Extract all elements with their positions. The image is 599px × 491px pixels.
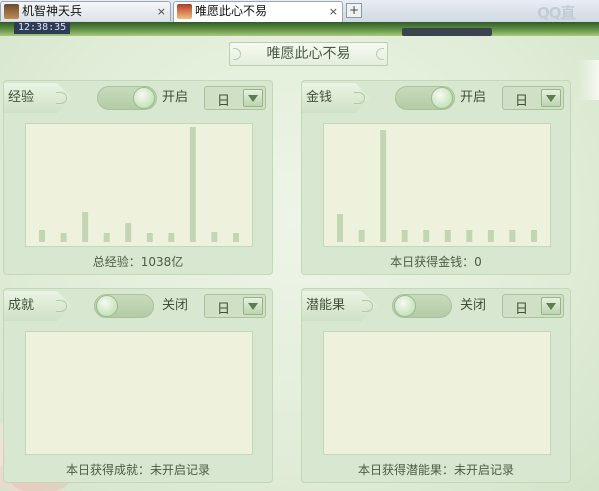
- game-clock: 12:38:35: [14, 22, 71, 34]
- new-tab-button[interactable]: +: [346, 3, 362, 18]
- chart-bar: [337, 214, 343, 242]
- exp-footer: 总经验：1038亿: [92, 255, 184, 269]
- tab-label: 机智神天兵: [22, 4, 83, 18]
- chart-bar: [380, 130, 387, 242]
- close-tab-icon[interactable]: ×: [157, 2, 166, 21]
- chart-bar: [233, 233, 239, 242]
- achievement-period-select[interactable]: 日: [204, 294, 266, 318]
- money-period-select[interactable]: 日: [502, 86, 564, 110]
- toggle-knob: [133, 87, 155, 109]
- achievement-footer: 本日获得成就：未开启记录: [65, 463, 210, 477]
- chart-bar: [82, 212, 89, 242]
- potential-footer: 本日获得潜能果：未开启记录: [357, 463, 514, 477]
- chart-bar: [146, 233, 153, 242]
- chart-bar: [39, 230, 45, 242]
- close-tab-icon[interactable]: ×: [329, 2, 338, 21]
- chart-bar: [168, 233, 175, 242]
- chart-bar: [444, 230, 451, 242]
- exp-toggle-label: 开启: [162, 90, 189, 105]
- period-value: 日: [515, 302, 529, 317]
- chart-bar: [125, 223, 132, 242]
- chart-bar: [401, 230, 408, 242]
- money-chart-svg: [337, 130, 537, 242]
- exp-toggle[interactable]: [97, 86, 157, 110]
- exp-period-select[interactable]: 日: [204, 86, 266, 110]
- chevron-down-icon[interactable]: [243, 89, 263, 107]
- toggle-knob: [431, 87, 453, 109]
- chart-bar: [487, 230, 494, 242]
- tab-jizhi-shentianbing[interactable]: 机智神天兵 ×: [0, 1, 171, 21]
- period-value: 日: [515, 94, 529, 109]
- chevron-down-icon[interactable]: [541, 297, 561, 315]
- game-avatar-icon: [4, 4, 19, 19]
- chart-bar: [466, 230, 473, 242]
- chart-bar: [509, 230, 516, 242]
- qq-logo: QQ直: [537, 4, 576, 22]
- game-top-strip: [0, 22, 599, 36]
- chart-bar: [531, 230, 537, 242]
- exp-chart: [25, 123, 253, 247]
- window-edge-decoration: [578, 60, 599, 100]
- tab-weiyuan-cixin-buyi[interactable]: 唯愿此心不易 ×: [173, 1, 343, 22]
- money-footer: 本日获得金钱：0: [390, 255, 482, 269]
- game-avatar-icon: [177, 4, 192, 19]
- money-toggle[interactable]: [395, 86, 455, 110]
- achievement-toggle-label: 关闭: [162, 298, 189, 313]
- achievement-tag: 成就: [4, 291, 72, 321]
- chart-bar: [60, 233, 67, 242]
- period-value: 日: [217, 94, 231, 109]
- potential-tag: 潜能果: [302, 291, 378, 321]
- achievement-toggle[interactable]: [94, 294, 154, 318]
- money-toggle-label: 开启: [460, 90, 487, 105]
- toggle-knob: [96, 295, 118, 317]
- game-strip-decoration: [402, 28, 492, 36]
- page-title: 唯愿此心不易: [229, 42, 388, 66]
- chart-bar: [211, 232, 218, 242]
- exp-tag: 经验: [4, 83, 72, 113]
- exp-chart-svg: [39, 127, 239, 242]
- chart-bar: [103, 233, 110, 242]
- browser-tab-bar: 机智神天兵 × 唯愿此心不易 × + QQ直: [0, 0, 599, 23]
- chart-bar: [423, 230, 430, 242]
- toggle-knob: [394, 295, 416, 317]
- potential-period-select[interactable]: 日: [502, 294, 564, 318]
- potential-panel: 潜能果 关闭 日 本日获得潜能果：未开启记录: [301, 288, 571, 483]
- chart-bar: [189, 127, 196, 242]
- potential-toggle-label: 关闭: [460, 298, 487, 313]
- money-chart: [323, 123, 551, 247]
- achievement-chart: [25, 331, 253, 455]
- potential-toggle[interactable]: [392, 294, 452, 318]
- money-tag: 金钱: [302, 83, 370, 113]
- money-panel: 金钱 开启 日 本日获得金钱：0: [301, 80, 571, 275]
- chevron-down-icon[interactable]: [243, 297, 263, 315]
- chevron-down-icon[interactable]: [541, 89, 561, 107]
- chart-bar: [358, 230, 365, 242]
- tab-label: 唯愿此心不易: [195, 4, 268, 18]
- achievement-panel: 成就 关闭 日 本日获得成就：未开启记录: [3, 288, 273, 483]
- period-value: 日: [217, 302, 231, 317]
- potential-chart: [323, 331, 551, 455]
- exp-panel: 经验 开启 日 总经验：1038亿: [3, 80, 273, 275]
